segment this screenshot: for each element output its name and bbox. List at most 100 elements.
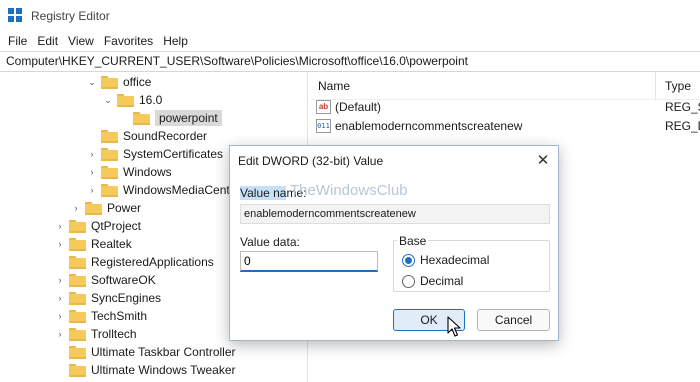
- tree-item-label: Windows: [123, 165, 172, 179]
- radio-label: Decimal: [420, 274, 464, 288]
- folder-icon: [69, 255, 86, 269]
- chevron-right-icon[interactable]: ›: [86, 167, 98, 177]
- tree-item-label: SystemCertificates: [123, 147, 224, 161]
- folder-icon: [69, 273, 86, 287]
- tree-item-soundrecorder[interactable]: SoundRecorder: [86, 127, 207, 145]
- list-item[interactable]: 011 enablemoderncommentscreatenew REG_D: [311, 117, 700, 135]
- column-divider[interactable]: [655, 72, 656, 100]
- tree-item-ultimate-windows-tweaker[interactable]: Ultimate Windows Tweaker: [54, 361, 236, 379]
- tree-item-label: SoftwareOK: [91, 273, 156, 287]
- tree-item-systemcertificates[interactable]: › SystemCertificates: [86, 145, 224, 163]
- tree-item-label: SoundRecorder: [123, 129, 208, 143]
- tree-item-office[interactable]: ⌄ office: [86, 73, 151, 91]
- radio-decimal[interactable]: Decimal: [402, 274, 463, 288]
- close-icon[interactable]: ✕: [532, 150, 554, 172]
- base-label: Base: [397, 234, 429, 248]
- mouse-pointer-icon: [447, 316, 461, 337]
- menu-view[interactable]: View: [63, 34, 99, 48]
- tree-item-label: QtProject: [91, 219, 142, 233]
- value-data-input[interactable]: [240, 251, 378, 272]
- folder-icon: [117, 93, 134, 107]
- tree-item-softwareok[interactable]: › SoftwareOK: [54, 271, 156, 289]
- tree-item-label: Realtek: [91, 237, 132, 251]
- folder-icon: [69, 345, 86, 359]
- cancel-button[interactable]: Cancel: [477, 309, 550, 331]
- folder-icon: [101, 129, 118, 143]
- tree-item-label: SyncEngines: [91, 291, 162, 305]
- chevron-right-icon[interactable]: ›: [54, 275, 66, 285]
- chevron-right-icon[interactable]: ›: [54, 329, 66, 339]
- dword-value-icon: 011: [316, 119, 331, 133]
- folder-icon: [69, 363, 86, 377]
- tree-item-realtek[interactable]: › Realtek: [54, 235, 132, 253]
- tree-item-16-0[interactable]: ⌄ 16.0: [102, 91, 162, 109]
- value-name: (Default): [335, 100, 382, 114]
- folder-icon: [101, 75, 118, 89]
- list-header: Name Type: [311, 72, 700, 100]
- tree-item-windows[interactable]: › Windows: [86, 163, 172, 181]
- tree-item-label: Trolltech: [91, 327, 137, 341]
- folder-icon: [69, 327, 86, 341]
- folder-icon: [69, 219, 86, 233]
- chevron-right-icon[interactable]: ›: [54, 293, 66, 303]
- radio-unselected-icon[interactable]: [402, 274, 415, 288]
- menu-help[interactable]: Help: [158, 34, 193, 48]
- chevron-down-icon[interactable]: ⌄: [102, 95, 114, 106]
- radio-selected-icon[interactable]: [402, 253, 415, 267]
- chevron-right-icon[interactable]: ›: [54, 239, 66, 249]
- list-item[interactable]: ab (Default) REG_SZ: [311, 98, 700, 116]
- column-header-name[interactable]: Name: [318, 79, 350, 93]
- tree-item-registeredapplications[interactable]: RegisteredApplications: [54, 253, 214, 271]
- tree-item-qtproject[interactable]: › QtProject: [54, 217, 142, 235]
- chevron-down-icon[interactable]: ⌄: [86, 77, 98, 88]
- edit-dword-dialog: Edit DWORD (32-bit) Value ✕ Value name: …: [229, 145, 559, 341]
- value-data-label: Value data:: [240, 235, 300, 249]
- tree-item-powerpoint[interactable]: powerpoint: [118, 109, 222, 127]
- chevron-right-icon[interactable]: ›: [54, 221, 66, 231]
- chevron-right-icon[interactable]: ›: [70, 203, 82, 213]
- tree-item-techsmith[interactable]: › TechSmith: [54, 307, 148, 325]
- tree-item-label: office: [123, 75, 152, 89]
- tree-item-syncengines[interactable]: › SyncEngines: [54, 289, 162, 307]
- value-name: enablemoderncommentscreatenew: [335, 119, 523, 133]
- column-header-type[interactable]: Type: [665, 79, 691, 93]
- folder-icon: [69, 291, 86, 305]
- menu-favorites[interactable]: Favorites: [99, 34, 158, 48]
- folder-icon: [101, 147, 118, 161]
- tree-item-windowsmediacenter[interactable]: › WindowsMediaCent: [86, 181, 230, 199]
- folder-icon: [85, 201, 102, 215]
- menu-edit[interactable]: Edit: [32, 34, 63, 48]
- tree-item-label: RegisteredApplications: [91, 255, 214, 269]
- tree-item-label: Ultimate Taskbar Controller: [91, 345, 236, 359]
- folder-icon: [69, 309, 86, 323]
- chevron-right-icon[interactable]: ›: [86, 185, 98, 195]
- radio-label: Hexadecimal: [420, 253, 490, 267]
- tree-item-label: powerpoint: [155, 110, 222, 126]
- value-type: REG_SZ: [665, 100, 700, 114]
- tree-item-label: Ultimate Windows Tweaker: [91, 363, 236, 377]
- chevron-right-icon[interactable]: ›: [54, 311, 66, 321]
- tree-item-label: 16.0: [139, 93, 163, 107]
- string-value-icon: ab: [316, 100, 331, 114]
- address-bar[interactable]: Computer\HKEY_CURRENT_USER\Software\Poli…: [0, 51, 700, 72]
- registry-editor-icon: [8, 7, 24, 24]
- tree-item-label: WindowsMediaCent: [123, 183, 230, 197]
- menu-bar: File Edit View Favorites Help: [0, 31, 700, 51]
- menu-file[interactable]: File: [3, 34, 32, 48]
- folder-icon: [101, 165, 118, 179]
- watermark: TheWindowsClub: [290, 182, 408, 199]
- title-bar: Registry Editor: [0, 0, 700, 31]
- dialog-title: Edit DWORD (32-bit) Value: [238, 154, 384, 168]
- radio-hexadecimal[interactable]: Hexadecimal: [402, 253, 489, 267]
- tree-item-trolltech[interactable]: › Trolltech: [54, 325, 137, 343]
- tree-item-label: TechSmith: [91, 309, 148, 323]
- value-type: REG_D: [665, 119, 700, 133]
- tree-item-label: Power: [107, 201, 142, 215]
- tree-item-ultimate-taskbar-controller[interactable]: Ultimate Taskbar Controller: [54, 343, 236, 361]
- tree-item-power[interactable]: › Power: [70, 199, 142, 217]
- folder-icon: [101, 183, 118, 197]
- folder-icon: [69, 237, 86, 251]
- chevron-right-icon[interactable]: ›: [86, 149, 98, 159]
- value-name-field: enablemoderncommentscreatenew: [240, 204, 550, 224]
- folder-icon: [133, 111, 150, 125]
